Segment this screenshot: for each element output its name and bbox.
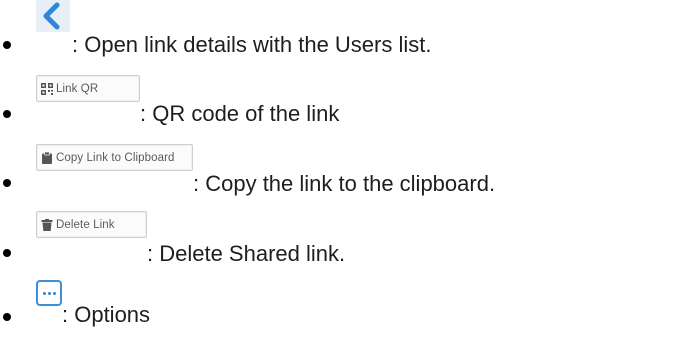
clipboard-icon (41, 151, 53, 164)
list-item-delete-link: Delete Link : Delete Shared link. (0, 211, 699, 271)
options-description: : Options (62, 302, 151, 327)
link-qr-button-label: Link QR (56, 82, 99, 95)
bullet-point (3, 249, 11, 257)
copy-link-description: : Copy the link to the clipboard. (193, 171, 496, 196)
delete-link-description: : Delete Shared link. (147, 241, 346, 266)
feature-bullet-list: : Open link details with the Users list.… (0, 0, 699, 335)
bullet-point (3, 41, 11, 49)
options-button[interactable] (36, 280, 62, 306)
back-button[interactable] (36, 0, 70, 32)
list-item-open-link-details: : Open link details with the Users list. (0, 0, 699, 60)
trash-icon (41, 218, 53, 231)
open-link-details-description: : Open link details with the Users list. (72, 32, 432, 57)
bullet-point (3, 179, 11, 187)
list-item-options: : Options (0, 279, 699, 339)
copy-link-to-clipboard-button[interactable]: Copy Link to Clipboard (36, 144, 193, 171)
link-qr-button[interactable]: Link QR (36, 75, 140, 102)
chevron-left-icon (43, 2, 60, 30)
bullet-point (3, 110, 11, 118)
qr-code-icon (41, 82, 53, 95)
ellipsis-icon (42, 291, 57, 295)
bullet-point (3, 313, 11, 321)
delete-link-button-label: Delete Link (56, 218, 115, 231)
copy-link-button-label: Copy Link to Clipboard (56, 151, 175, 164)
list-item-link-qr: Link QR : QR code of the link (0, 75, 699, 135)
link-qr-description: : QR code of the link (140, 101, 340, 126)
list-item-copy-link: Copy Link to Clipboard : Copy the link t… (0, 144, 699, 204)
delete-link-button[interactable]: Delete Link (36, 211, 147, 238)
